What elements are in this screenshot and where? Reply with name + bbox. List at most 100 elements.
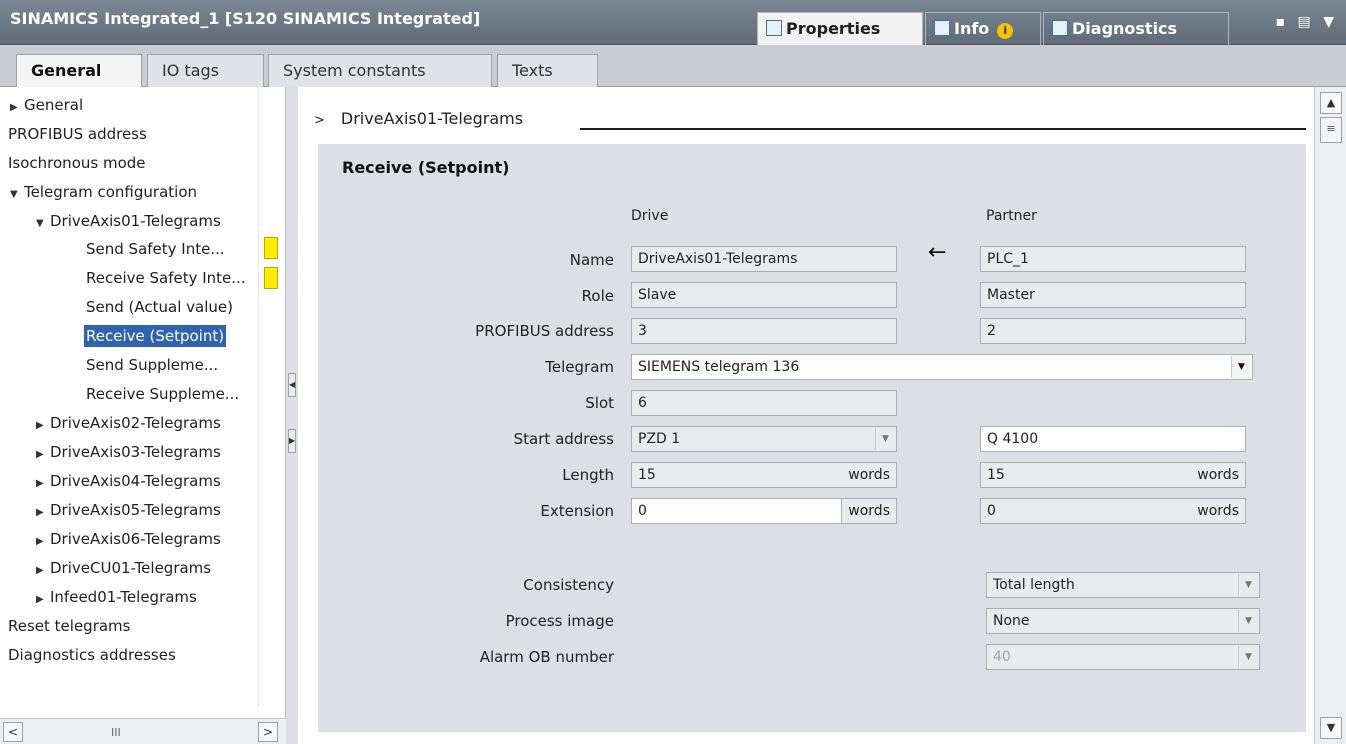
scroll-down-icon[interactable]: ▼ — [1320, 717, 1342, 739]
drive-profibus-field: 3 — [631, 318, 897, 344]
pane-splitter[interactable]: ◀ ▶ — [286, 87, 298, 744]
nav-receive-supplementary[interactable]: Receive Suppleme... — [86, 380, 239, 408]
expand-icon[interactable]: ▶ — [36, 470, 50, 498]
partner-profibus-field: 2 — [980, 318, 1246, 344]
drive-extension-input[interactable]: 0 words — [631, 498, 897, 524]
drive-role-field: Slave — [631, 282, 897, 308]
scroll-thumb[interactable]: ≡ — [1320, 117, 1342, 143]
section-divider — [580, 128, 1306, 130]
expand-icon[interactable]: ▶ — [36, 586, 50, 614]
nav-send-supplementary[interactable]: Send Suppleme... — [86, 351, 218, 379]
label-name: Name — [569, 251, 614, 269]
partner-role-field: Master — [980, 282, 1246, 308]
tab-diagnostics[interactable]: Diagnostics — [1043, 12, 1229, 45]
telegram-select[interactable]: SIEMENS telegram 136 ▼ — [631, 354, 1253, 380]
breadcrumb-chevron-icon: > — [314, 113, 325, 128]
window-controls[interactable]: ▪ ▤ ▼ — [1276, 14, 1338, 30]
expand-icon[interactable]: ▶ — [36, 412, 50, 440]
expand-icon[interactable]: ▶ — [36, 557, 50, 585]
drive-slot-field: 6 — [631, 390, 897, 416]
nav-drivecu01-telegrams[interactable]: ▶ DriveCU01-Telegrams — [36, 554, 211, 582]
subtab-bar: General IO tags System constants Texts — [0, 45, 1346, 87]
collapse-icon[interactable]: ▼ — [10, 181, 24, 209]
nav-send-safety[interactable]: Send Safety Inte... — [86, 235, 225, 263]
nav-infeed01-telegrams[interactable]: ▶ Infeed01-Telegrams — [36, 583, 197, 611]
partner-start-address-input[interactable]: Q 4100 — [980, 426, 1246, 452]
nav-telegram-configuration[interactable]: ▼ Telegram configuration — [10, 178, 197, 206]
section-title: Receive (Setpoint) — [342, 158, 510, 177]
label-start-address: Start address — [513, 430, 614, 448]
nav-column-divider — [258, 87, 259, 707]
receive-setpoint-panel: Receive (Setpoint) Drive Partner Name Dr… — [318, 144, 1306, 732]
expand-icon[interactable]: ▶ — [36, 441, 50, 469]
column-header-partner: Partner — [986, 208, 1037, 224]
nav-driveaxis06-telegrams[interactable]: ▶ DriveAxis06-Telegrams — [36, 525, 221, 553]
collapse-icon[interactable]: ▼ — [36, 210, 50, 238]
label-consistency: Consistency — [523, 576, 614, 594]
drive-length-field: 15 words — [631, 462, 897, 488]
subtab-system-constants[interactable]: System constants — [268, 54, 492, 87]
nav-horizontal-scrollbar[interactable]: < III > — [0, 718, 286, 744]
inspector-titlebar: SINAMICS Integrated_1 [S120 SINAMICS Int… — [0, 0, 1346, 45]
nav-reset-telegrams[interactable]: Reset telegrams — [8, 612, 130, 640]
nav-driveaxis03-telegrams[interactable]: ▶ DriveAxis03-Telegrams — [36, 438, 221, 466]
nav-driveaxis05-telegrams[interactable]: ▶ DriveAxis05-Telegrams — [36, 496, 221, 524]
chevron-down-icon[interactable]: ▼ — [875, 428, 895, 450]
nav-driveaxis04-telegrams[interactable]: ▶ DriveAxis04-Telegrams — [36, 467, 221, 495]
warning-marker-icon — [264, 267, 278, 289]
expand-icon[interactable]: ▶ — [36, 499, 50, 527]
breadcrumb: > DriveAxis01-Telegrams — [314, 109, 524, 128]
label-extension: Extension — [540, 502, 614, 520]
chevron-down-icon: ▼ — [1238, 646, 1258, 668]
scroll-up-icon[interactable]: ▲ — [1320, 92, 1342, 114]
process-image-select[interactable]: None ▼ — [986, 608, 1260, 634]
diagnostics-icon — [1052, 20, 1068, 36]
label-length: Length — [562, 466, 614, 484]
collapse-left-icon[interactable]: ◀ — [288, 373, 296, 397]
tab-properties[interactable]: Properties — [757, 12, 923, 45]
subtab-general[interactable]: General — [16, 54, 142, 87]
nav-receive-setpoint[interactable]: Receive (Setpoint) — [84, 322, 227, 350]
info-icon — [934, 20, 950, 36]
chevron-down-icon[interactable]: ▼ — [1238, 610, 1258, 632]
nav-general[interactable]: ▶ General — [10, 91, 83, 119]
drive-start-address-select[interactable]: PZD 1 ▼ — [631, 426, 897, 452]
scroll-thumb[interactable]: III — [26, 722, 252, 742]
label-profibus-address: PROFIBUS address — [475, 322, 614, 340]
nav-receive-safety[interactable]: Receive Safety Inte... — [86, 264, 246, 292]
tab-info[interactable]: Info i — [925, 12, 1041, 45]
consistency-select[interactable]: Total length ▼ — [986, 572, 1260, 598]
left-arrow-icon: ← — [928, 240, 947, 265]
property-content: > DriveAxis01-Telegrams Receive (Setpoint… — [298, 87, 1314, 744]
label-alarm-ob: Alarm OB number — [479, 648, 614, 666]
drive-name-field: DriveAxis01-Telegrams — [631, 246, 897, 272]
scroll-right-icon[interactable]: > — [258, 722, 278, 742]
partner-extension-field: 0 words — [980, 498, 1246, 524]
nav-driveaxis01-telegrams[interactable]: ▼ DriveAxis01-Telegrams — [36, 207, 221, 235]
subtab-io-tags[interactable]: IO tags — [147, 54, 264, 87]
nav-send-actual-value[interactable]: Send (Actual value) — [86, 293, 233, 321]
subtab-texts[interactable]: Texts — [497, 54, 598, 87]
scroll-left-icon[interactable]: < — [3, 722, 23, 742]
label-process-image: Process image — [505, 612, 614, 630]
main-vertical-scrollbar[interactable]: ▲ ≡ ▼ — [1314, 87, 1346, 744]
property-navigation: ▶ General PROFIBUS address Isochronous mo… — [0, 87, 286, 744]
expand-right-icon[interactable]: ▶ — [288, 429, 296, 453]
warning-marker-icon — [264, 237, 278, 259]
partner-length-field: 15 words — [980, 462, 1246, 488]
nav-isochronous-mode[interactable]: Isochronous mode — [8, 149, 146, 177]
partner-name-field: PLC_1 — [980, 246, 1246, 272]
alarm-ob-select: 40 ▼ — [986, 644, 1260, 670]
chevron-down-icon[interactable]: ▼ — [1238, 574, 1258, 596]
expand-icon[interactable]: ▶ — [10, 94, 24, 122]
window-title: SINAMICS Integrated_1 [S120 SINAMICS Int… — [10, 9, 481, 28]
chevron-down-icon[interactable]: ▼ — [1231, 356, 1251, 378]
info-badge-icon: i — [997, 23, 1014, 39]
expand-icon[interactable]: ▶ — [36, 528, 50, 556]
label-role: Role — [581, 287, 614, 305]
nav-diagnostics-addresses[interactable]: Diagnostics addresses — [8, 641, 176, 669]
properties-icon — [766, 20, 782, 36]
nav-driveaxis02-telegrams[interactable]: ▶ DriveAxis02-Telegrams — [36, 409, 221, 437]
nav-profibus-address[interactable]: PROFIBUS address — [8, 120, 147, 148]
label-slot: Slot — [585, 394, 614, 412]
